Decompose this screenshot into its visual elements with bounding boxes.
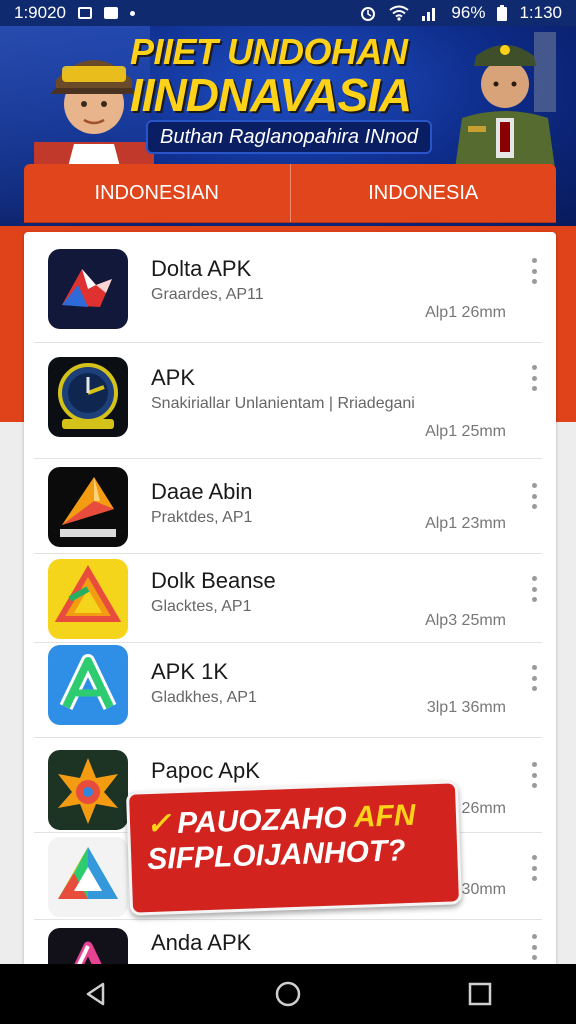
message-notification-icon xyxy=(104,7,118,19)
app-name: Dolta APK xyxy=(151,256,252,281)
battery-percent: 96% xyxy=(451,3,486,22)
app-size: 26mm xyxy=(461,800,506,817)
app-desc: Gladkhes, AP1 xyxy=(151,689,257,706)
tab-indonesia[interactable]: INDONESIA xyxy=(289,164,557,222)
status-time-left: 1:9020 xyxy=(14,3,66,22)
promo-line1-white: PAUOZAHO xyxy=(176,800,355,841)
check-icon: ✓ xyxy=(145,807,172,842)
promo-sticker[interactable]: ✓ PAUOZAHO AFN SIFPLOIJANHOT? xyxy=(125,780,463,916)
orange-arrow-icon xyxy=(48,467,128,547)
app-desc: Glacktes, AP1 xyxy=(151,598,252,615)
banner-title: PIIET UNDOHAN IINDNAVASIA xyxy=(130,31,450,121)
back-icon[interactable] xyxy=(76,974,116,1014)
app-name: APK xyxy=(151,365,196,390)
app-name: Dolk Beanse xyxy=(151,568,276,593)
list-item[interactable]: Dolk Beanse Glacktes, AP1 Alp3 25mm xyxy=(24,554,556,642)
app-desc: Snakiriallar Unlanientam | Rriadegani xyxy=(151,395,415,412)
more-options-icon[interactable] xyxy=(528,762,540,788)
list-item[interactable]: APK Snakiriallar Unlanientam | Rriadegan… xyxy=(24,343,556,457)
battery-icon xyxy=(497,5,508,21)
app-name: Daae Abin xyxy=(151,479,253,504)
banner-title-line1: PIIET UNDOHAN xyxy=(130,31,408,72)
more-options-icon[interactable] xyxy=(528,365,540,391)
promo-line1-yellow: AFN xyxy=(353,798,416,834)
yellow-triangle-icon xyxy=(48,559,128,639)
app-size: Alp1 25mm xyxy=(425,423,506,440)
app-size: Alp1 23mm xyxy=(425,515,506,532)
tab-indonesian[interactable]: INDONESIAN xyxy=(24,164,290,222)
green-a-icon xyxy=(48,645,128,725)
list-item[interactable]: Dolta APK Graardes, AP11 Alp1 26mm xyxy=(24,232,556,342)
app-desc: Praktdes, AP1 xyxy=(151,509,253,526)
tab-bar: INDONESIAN INDONESIA xyxy=(24,164,556,222)
more-options-icon[interactable] xyxy=(528,483,540,509)
more-options-icon[interactable] xyxy=(528,855,540,881)
signal-icon xyxy=(421,5,439,21)
wifi-icon xyxy=(389,5,410,21)
delta-logo-icon xyxy=(48,249,128,329)
status-bar: 1:9020 96% 1:130 xyxy=(0,0,576,26)
app-size: Alp1 26mm xyxy=(425,304,506,321)
recents-icon[interactable] xyxy=(460,974,500,1014)
list-item[interactable]: APK 1K Gladkhes, AP1 3lp1 36mm xyxy=(24,643,556,737)
clock-emblem-icon xyxy=(48,357,128,437)
more-options-icon[interactable] xyxy=(528,934,540,960)
app-size: 30mm xyxy=(461,881,506,898)
more-options-icon[interactable] xyxy=(528,665,540,691)
list-item[interactable]: Daae Abin Praktdes, AP1 Alp1 23mm xyxy=(24,459,556,553)
banner-title-line2: IINDNAVASIA xyxy=(130,69,412,121)
more-options-icon[interactable] xyxy=(528,576,540,602)
app-name: Anda APK xyxy=(151,930,252,955)
status-time-right: 1:130 xyxy=(519,3,562,22)
app-desc: Graardes, AP11 xyxy=(151,286,264,303)
app-name: APK 1K xyxy=(151,659,229,684)
app-size: 3lp1 36mm xyxy=(426,699,506,716)
banner-subtitle: Buthan Raglanopahira INnod xyxy=(146,120,432,154)
rainbow-triangle-icon xyxy=(48,837,128,917)
more-options-icon[interactable] xyxy=(528,258,540,284)
app-name: Papoc ApK xyxy=(151,758,260,783)
home-icon[interactable] xyxy=(268,974,308,1014)
sunburst-icon xyxy=(48,750,128,830)
app-size: Alp3 25mm xyxy=(425,612,506,629)
image-notification-icon xyxy=(78,7,92,19)
system-navigation-bar xyxy=(0,964,576,1024)
notification-dot-icon xyxy=(130,10,135,16)
soldier-portrait-icon xyxy=(454,32,556,176)
alarm-icon xyxy=(359,4,377,22)
